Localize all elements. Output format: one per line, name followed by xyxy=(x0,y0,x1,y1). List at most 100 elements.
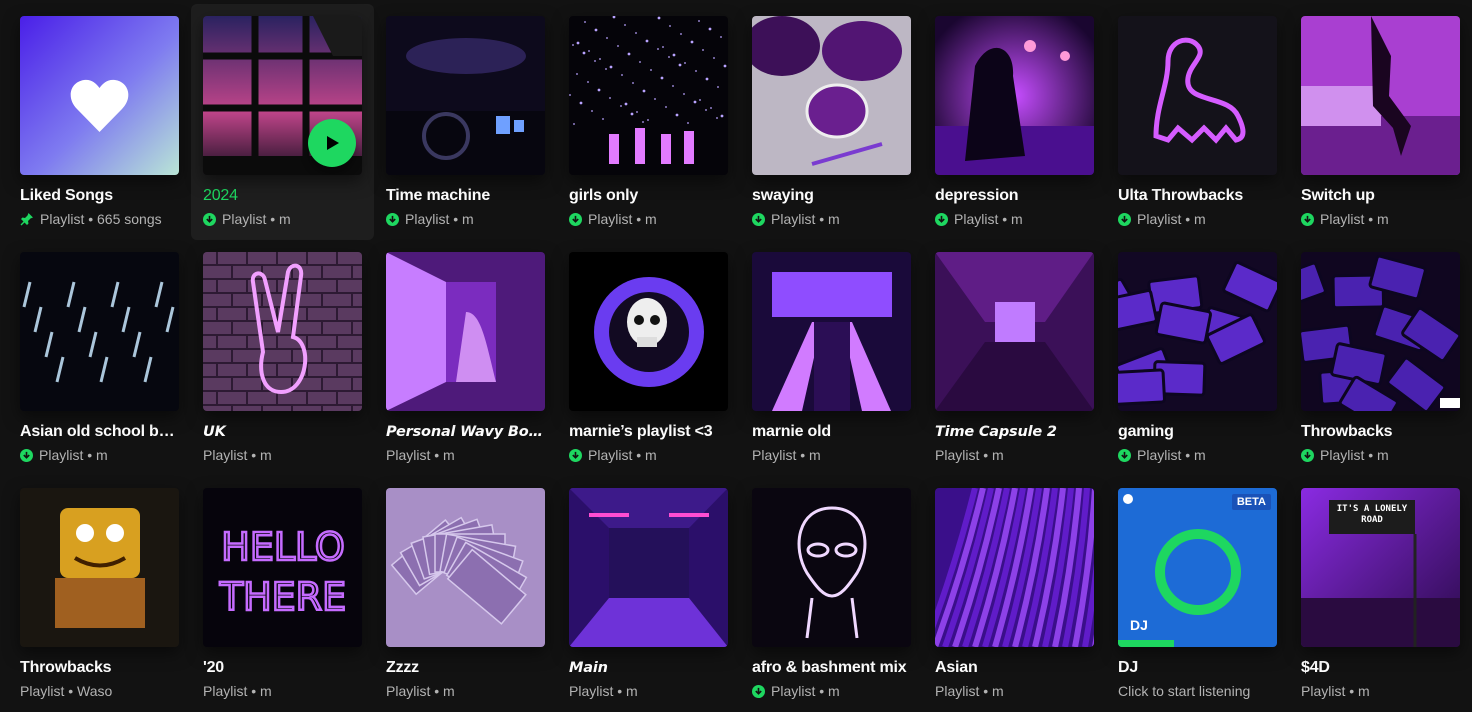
playlist-subtitle: Click to start listening xyxy=(1118,682,1277,700)
download-icon xyxy=(1301,212,1314,226)
playlist-title[interactable]: DJ xyxy=(1118,658,1277,678)
playlist-card[interactable]: Liked Songs Playlist • 665 songs xyxy=(8,4,191,240)
playlist-title[interactable]: Time Capsule 2 xyxy=(935,422,1094,442)
playlist-subtitle: Playlist • m xyxy=(203,210,362,228)
playlist-meta: Playlist • m xyxy=(39,447,108,463)
playlist-cover-image xyxy=(935,16,1094,175)
playlist-meta: Playlist • m xyxy=(954,211,1023,227)
playlist-card[interactable]: Switch up Playlist • m xyxy=(1289,4,1472,240)
playlist-cover-image xyxy=(1301,16,1460,175)
playlist-meta: Playlist • m xyxy=(222,211,291,227)
playlist-meta: Playlist • m xyxy=(588,211,657,227)
playlist-card[interactable]: Time machine Playlist • m xyxy=(374,4,557,240)
playlist-title[interactable]: girls only xyxy=(569,186,728,206)
playlist-card[interactable]: gaming Playlist • m xyxy=(1106,240,1289,476)
playlist-card[interactable]: Throwbacks Playlist • m xyxy=(1289,240,1472,476)
download-icon xyxy=(569,212,582,226)
playlist-subtitle: Playlist • m xyxy=(1118,210,1277,228)
playlist-title[interactable]: 2024 xyxy=(203,186,362,206)
playlist-subtitle: Playlist • m xyxy=(752,682,911,700)
beta-badge: BETA xyxy=(1231,494,1271,510)
playlist-subtitle: Playlist • m xyxy=(1301,446,1460,464)
playlist-cover-image: HELLO THERE xyxy=(203,488,362,647)
playlist-title[interactable]: Asian old school ban... xyxy=(20,422,179,442)
playlist-card[interactable]: afro & bashment mix Playlist • m xyxy=(740,476,923,712)
playlist-title[interactable]: UK xyxy=(203,422,362,442)
playlist-subtitle: Playlist • m xyxy=(569,446,728,464)
playlist-cover-image xyxy=(203,16,362,175)
playlist-card[interactable]: marnie’s playlist <3 Playlist • m xyxy=(557,240,740,476)
playlist-cover-image xyxy=(386,252,545,411)
pin-icon xyxy=(20,213,33,226)
playlist-title[interactable]: Zzzz xyxy=(386,658,545,678)
playlist-subtitle: Playlist • m xyxy=(203,446,362,464)
playlist-card[interactable]: Throwbacks Playlist • Waso xyxy=(8,476,191,712)
playlist-card[interactable]: Asian Playlist • m xyxy=(923,476,1106,712)
download-icon xyxy=(752,212,765,226)
playlist-title[interactable]: Throwbacks xyxy=(20,658,179,678)
playlist-card[interactable]: Asian old school ban... Playlist • m xyxy=(8,240,191,476)
playlist-title[interactable]: $4D xyxy=(1301,658,1460,678)
playlist-cover-image xyxy=(569,252,728,411)
playlist-cover-image xyxy=(20,252,179,411)
playlist-subtitle: Playlist • 665 songs xyxy=(20,210,179,228)
playlist-meta: Playlist • m xyxy=(1137,211,1206,227)
playlist-meta: Click to start listening xyxy=(1118,683,1251,699)
playlist-card[interactable]: Personal Wavy Bops Playlist • m xyxy=(374,240,557,476)
playlist-cover-image xyxy=(569,16,728,175)
playlist-title[interactable]: afro & bashment mix xyxy=(752,658,911,678)
playlist-cover-image xyxy=(386,488,545,647)
playlist-cover-image xyxy=(935,252,1094,411)
playlist-meta: Playlist • Waso xyxy=(20,683,113,699)
download-icon xyxy=(1118,448,1131,462)
playlist-title[interactable]: depression xyxy=(935,186,1094,206)
playlist-title[interactable]: swaying xyxy=(752,186,911,206)
playlist-subtitle: Playlist • m xyxy=(1301,210,1460,228)
playlist-meta: Playlist • m xyxy=(935,447,1004,463)
playlist-title[interactable]: marnie’s playlist <3 xyxy=(569,422,728,442)
playlist-subtitle: Playlist • m xyxy=(935,210,1094,228)
playlist-title[interactable]: Time machine xyxy=(386,186,545,206)
playlist-card[interactable]: IT'S A LONELY ROAD $4D Playlist • m xyxy=(1289,476,1472,712)
playlist-cover-image xyxy=(752,488,911,647)
playlist-subtitle: Playlist • m xyxy=(935,446,1094,464)
play-button[interactable] xyxy=(308,119,356,167)
playlist-subtitle: Playlist • m xyxy=(203,682,362,700)
playlist-card[interactable]: marnie old Playlist • m xyxy=(740,240,923,476)
playlist-cover-image xyxy=(752,16,911,175)
playlist-title[interactable]: gaming xyxy=(1118,422,1277,442)
download-icon xyxy=(752,684,765,698)
playlist-meta: Playlist • m xyxy=(771,211,840,227)
playlist-title[interactable]: Ulta Throwbacks xyxy=(1118,186,1277,206)
playlist-card[interactable]: UK Playlist • m xyxy=(191,240,374,476)
playlist-title[interactable]: '20 xyxy=(203,658,362,678)
playlist-title[interactable]: Personal Wavy Bops xyxy=(386,422,545,442)
playlist-card[interactable]: BETA DJ DJ Click to start listening xyxy=(1106,476,1289,712)
playlist-card[interactable]: girls only Playlist • m xyxy=(557,4,740,240)
playlist-card[interactable]: swaying Playlist • m xyxy=(740,4,923,240)
playlist-subtitle: Playlist • m xyxy=(386,446,545,464)
playlist-card[interactable]: Zzzz Playlist • m xyxy=(374,476,557,712)
playlist-card[interactable]: depression Playlist • m xyxy=(923,4,1106,240)
download-icon xyxy=(1301,448,1314,462)
playlist-title[interactable]: marnie old xyxy=(752,422,911,442)
playlist-meta: Playlist • m xyxy=(203,447,272,463)
playlist-meta: Playlist • m xyxy=(1301,683,1370,699)
playlist-title[interactable]: Asian xyxy=(935,658,1094,678)
play-icon xyxy=(327,136,339,150)
playlist-meta: Playlist • m xyxy=(386,447,455,463)
playlist-title[interactable]: Throwbacks xyxy=(1301,422,1460,442)
playlist-title[interactable]: Switch up xyxy=(1301,186,1460,206)
playlist-card[interactable]: Time Capsule 2 Playlist • m xyxy=(923,240,1106,476)
playlist-card[interactable]: Ulta Throwbacks Playlist • m xyxy=(1106,4,1289,240)
playlist-card[interactable]: 2024 Playlist • m xyxy=(191,4,374,240)
playlist-subtitle: Playlist • m xyxy=(569,210,728,228)
playlist-card[interactable]: HELLO THERE '20 Playlist • m xyxy=(191,476,374,712)
playlist-cover-image xyxy=(569,488,728,647)
playlist-title[interactable]: Main xyxy=(569,658,728,678)
playlist-subtitle: Playlist • m xyxy=(752,210,911,228)
playlist-cover-image xyxy=(1118,16,1277,175)
playlist-subtitle: Playlist • m xyxy=(386,682,545,700)
playlist-title[interactable]: Liked Songs xyxy=(20,186,179,206)
playlist-card[interactable]: Main Playlist • m xyxy=(557,476,740,712)
